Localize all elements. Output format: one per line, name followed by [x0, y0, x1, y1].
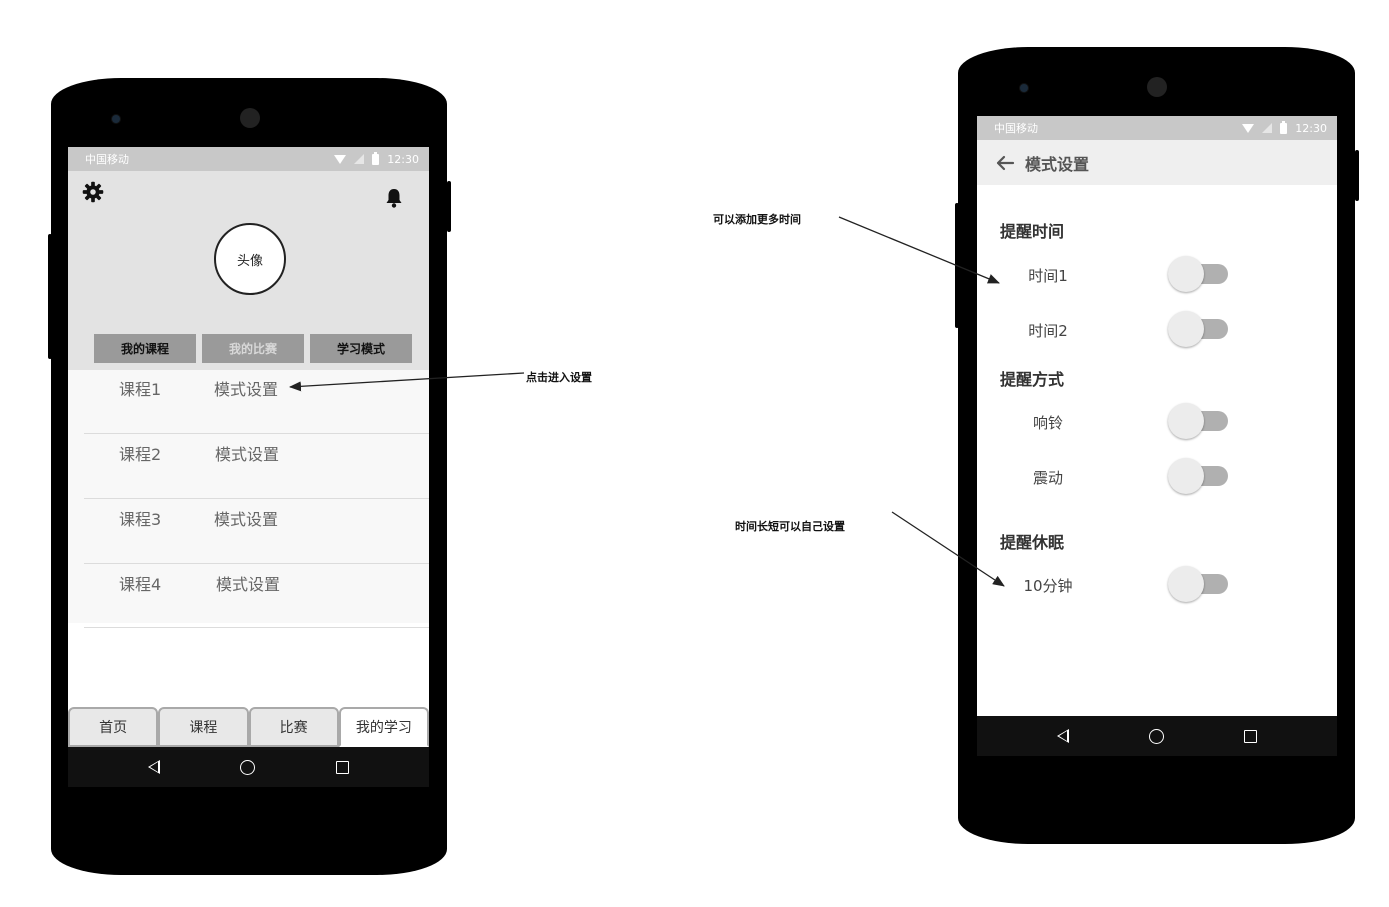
left-phone-volume-button: [48, 234, 52, 359]
tab-contests[interactable]: 比赛: [248, 707, 339, 747]
toggle-time1[interactable]: [1168, 256, 1230, 292]
bottom-tab-bar: 首页 课程 比赛 我的学习: [68, 707, 429, 747]
toggle-knob: [1168, 566, 1204, 602]
annotation-add-more-times: 可以添加更多时间: [713, 213, 801, 226]
right-phone-screen: 中国移动 12:30 模式设置 提醒时间 时间1 时间2 提醒方式 响铃 震动 …: [977, 116, 1337, 756]
carrier-label: 中国移动: [85, 153, 129, 166]
home-nav-icon[interactable]: [240, 759, 256, 775]
signal-icon: [354, 154, 365, 164]
system-nav-bar: [68, 747, 429, 787]
avatar-label: 头像: [236, 253, 263, 269]
page-title: 模式设置: [1025, 154, 1090, 174]
course-name[interactable]: 课程4: [119, 571, 161, 595]
section-title-reminder-time: 提醒时间: [1000, 222, 1065, 241]
right-phone-volume-button: [955, 203, 959, 328]
battery-icon: [1280, 120, 1288, 134]
clock-time: 12:30: [387, 152, 419, 166]
toggle-knob: [1168, 256, 1204, 292]
status-bar: 中国移动 12:30: [977, 116, 1337, 140]
section-title-reminder-snooze: 提醒休眠: [1000, 533, 1065, 552]
course-name[interactable]: 课程2: [119, 441, 161, 465]
setting-label-time1: 时间1: [1028, 267, 1068, 285]
toggle-ring[interactable]: [1168, 403, 1230, 439]
tab-study-mode[interactable]: 学习模式: [310, 334, 412, 363]
recents-nav-icon[interactable]: [335, 760, 349, 774]
list-item: 课程3 模式设置: [84, 500, 429, 564]
toggle-time2[interactable]: [1168, 311, 1230, 347]
signal-icon: [1262, 123, 1273, 133]
setting-label-vibrate: 震动: [1032, 469, 1063, 487]
course-name[interactable]: 课程1: [119, 376, 161, 400]
tab-my-study[interactable]: 我的学习: [338, 707, 429, 747]
section-title-reminder-method: 提醒方式: [1000, 370, 1065, 389]
clock-time: 12:30: [1295, 121, 1327, 135]
profile-segment-tabs: 我的课程 我的比赛 学习模式: [94, 334, 412, 363]
wifi-icon: [1242, 123, 1255, 133]
front-camera: [1147, 77, 1167, 97]
front-sensor: [1020, 84, 1028, 92]
right-phone-power-button: [1355, 150, 1359, 201]
tab-my-contests[interactable]: 我的比赛: [202, 334, 304, 363]
status-bar: 中国移动 12:30: [68, 147, 429, 171]
wifi-icon: [334, 154, 347, 164]
avatar[interactable]: 头像: [214, 223, 286, 295]
battery-icon: [372, 151, 380, 165]
left-phone-power-button: [447, 181, 451, 232]
toggle-knob: [1168, 458, 1204, 494]
mode-settings-link[interactable]: 模式设置: [216, 571, 280, 595]
tab-home[interactable]: 首页: [68, 707, 159, 747]
setting-label-ring: 响铃: [1032, 414, 1063, 432]
toggle-knob: [1168, 311, 1204, 347]
system-nav-bar: [977, 716, 1337, 756]
course-name[interactable]: 课程3: [119, 506, 161, 530]
list-item: 课程2 模式设置: [84, 435, 429, 499]
tab-courses[interactable]: 课程: [158, 707, 249, 747]
mode-settings-link[interactable]: 模式设置: [214, 506, 278, 530]
toggle-10min[interactable]: [1168, 566, 1230, 602]
setting-label-time2: 时间2: [1028, 322, 1068, 340]
front-sensor: [112, 115, 120, 123]
back-nav-icon[interactable]: [148, 760, 161, 774]
front-camera: [240, 108, 260, 128]
left-phone-screen: 中国移动 12:30 头像 我的课程 我的比赛 学习模式 课程1 模式设置 课程…: [68, 147, 429, 787]
gear-icon[interactable]: [82, 181, 104, 203]
mode-settings-link[interactable]: 模式设置: [215, 441, 279, 465]
list-item: 课程1 模式设置: [84, 370, 429, 434]
home-nav-icon[interactable]: [1149, 728, 1164, 744]
profile-header: 头像 我的课程 我的比赛 学习模式: [68, 171, 429, 370]
carrier-label: 中国移动: [994, 122, 1038, 135]
bell-icon[interactable]: [385, 187, 403, 209]
annotation-duration-custom: 时间长短可以自己设置: [735, 520, 845, 533]
toggle-knob: [1168, 403, 1204, 439]
toggle-vibrate[interactable]: [1168, 458, 1230, 494]
app-bar: 模式设置: [977, 140, 1337, 185]
recents-nav-icon[interactable]: [1244, 729, 1257, 743]
arrow-left-icon[interactable]: [995, 155, 1015, 171]
annotation-enter-settings: 点击进入设置: [526, 371, 592, 384]
course-list: 课程1 模式设置 课程2 模式设置 课程3 模式设置 课程4 模式设置: [68, 370, 429, 628]
tab-my-courses[interactable]: 我的课程: [94, 334, 196, 363]
back-nav-icon[interactable]: [1057, 729, 1069, 743]
mode-settings-link[interactable]: 模式设置: [214, 376, 278, 400]
setting-label-10min: 10分钟: [1023, 577, 1073, 595]
list-item: 课程4 模式设置: [84, 565, 429, 628]
